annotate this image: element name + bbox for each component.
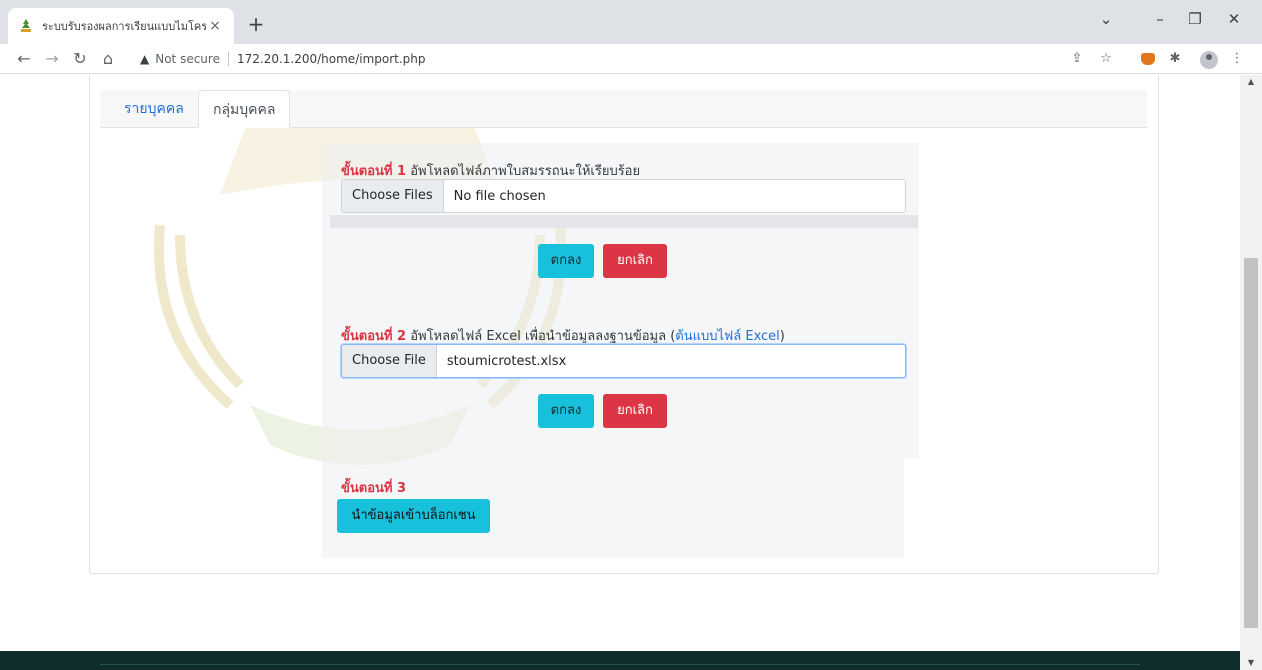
scroll-down-arrow-icon[interactable]: ▼ (1240, 656, 1262, 670)
back-icon[interactable]: ← (14, 49, 34, 69)
profile-avatar-icon[interactable] (1200, 51, 1218, 69)
reload-icon[interactable]: ↻ (70, 49, 90, 69)
selected-file-name: stoumicrotest.xlsx (446, 353, 567, 369)
site-favicon-icon (21, 19, 31, 32)
omnibox-divider (227, 52, 229, 66)
minimize-icon[interactable]: – (1148, 10, 1172, 28)
choose-file-button[interactable]: Choose File (342, 345, 437, 377)
footer-divider (100, 664, 1140, 665)
step2-text-end: ) (779, 329, 785, 344)
restore-icon[interactable]: ❐ (1183, 10, 1207, 28)
certificate-image-file-input[interactable]: Choose Files No file chosen (341, 179, 906, 213)
step2-ok-button[interactable]: ตกลง (538, 394, 594, 428)
warning-icon[interactable]: ▲ (140, 52, 149, 66)
excel-template-link[interactable]: ต้นแบบไฟล์ Excel (675, 329, 780, 344)
upload-progress-bar (330, 215, 918, 228)
tab-group[interactable]: กลุ่มบุคคล (198, 90, 291, 128)
step1-cancel-button[interactable]: ยกเลิก (603, 244, 667, 278)
page-scrollbar[interactable]: ▲ ▼ (1240, 75, 1262, 670)
step1-heading: ขั้นตอนที่ 1 อัพโหลดไฟล์ภาพใบสมรรถนะให้เ… (341, 160, 640, 181)
tab-individual[interactable]: รายบุคคล (110, 90, 198, 128)
excel-file-input[interactable]: Choose File stoumicrotest.xlsx (341, 344, 906, 378)
footer-spacer (0, 592, 1240, 652)
tab-close-icon[interactable]: × (206, 18, 224, 34)
step1-text: อัพโหลดไฟล์ภาพใบสมรรถนะให้เรียบร้อย (406, 164, 641, 179)
address-bar[interactable]: ▲ Not secure 172.20.1.200/home/import.ph… (140, 47, 1230, 71)
tab-search-icon[interactable]: ⌄ (1094, 10, 1118, 28)
metamask-extension-icon[interactable] (1141, 53, 1155, 65)
bookmark-star-icon[interactable]: ☆ (1097, 52, 1115, 66)
step2-label: ขั้นตอนที่ 2 (341, 329, 407, 344)
page-footer (0, 651, 1240, 670)
step1-ok-button[interactable]: ตกลง (538, 244, 594, 278)
tab-title: ระบบรับรองผลการเรียนแบบไมโคร (42, 20, 206, 33)
step2-cancel-button[interactable]: ยกเลิก (603, 394, 667, 428)
forward-icon[interactable]: → (42, 49, 62, 69)
import-to-blockchain-button[interactable]: นำข้อมูลเข้าบล็อกเชน (337, 499, 490, 533)
scrollbar-thumb[interactable] (1244, 258, 1258, 628)
step1-label: ขั้นตอนที่ 1 (341, 164, 407, 179)
scroll-up-arrow-icon[interactable]: ▲ (1240, 75, 1262, 89)
menu-kebab-icon[interactable]: ⋮ (1228, 52, 1246, 66)
share-icon[interactable]: ⇪ (1068, 52, 1086, 66)
security-label[interactable]: Not secure (155, 52, 220, 66)
step3-heading: ขั้นตอนที่ 3 (341, 477, 406, 498)
browser-toolbar: ← → ↻ ⌂ ▲ Not secure 172.20.1.200/home/i… (0, 44, 1262, 74)
close-window-icon[interactable]: ✕ (1222, 10, 1246, 28)
browser-tabstrip: ระบบรับรองผลการเรียนแบบไมโคร × + ⌄ – ❐ ✕ (0, 0, 1262, 44)
step2-text: อัพโหลดไฟล์ Excel เพื่อนำข้อมูลลงฐานข้อม… (406, 329, 676, 344)
choose-files-button[interactable]: Choose Files (342, 180, 444, 212)
file-status: No file chosen (453, 188, 546, 204)
step2-heading: ขั้นตอนที่ 2 อัพโหลดไฟล์ Excel เพื่อนำข้… (341, 325, 785, 346)
step3-label: ขั้นตอนที่ 3 (341, 481, 407, 496)
page-viewport: รายบุคคล กลุ่มบุคคล ขั้นตอนที่ 1 อัพโหลด… (0, 75, 1240, 670)
url-text[interactable]: 172.20.1.200/home/import.php (237, 52, 426, 66)
new-tab-icon[interactable]: + (244, 12, 268, 36)
nav-tabs: รายบุคคล กลุ่มบุคคล (100, 90, 1147, 128)
home-icon[interactable]: ⌂ (98, 49, 118, 69)
browser-tab[interactable]: ระบบรับรองผลการเรียนแบบไมโคร × (8, 8, 234, 44)
extensions-puzzle-icon[interactable]: ✱ (1166, 52, 1184, 66)
